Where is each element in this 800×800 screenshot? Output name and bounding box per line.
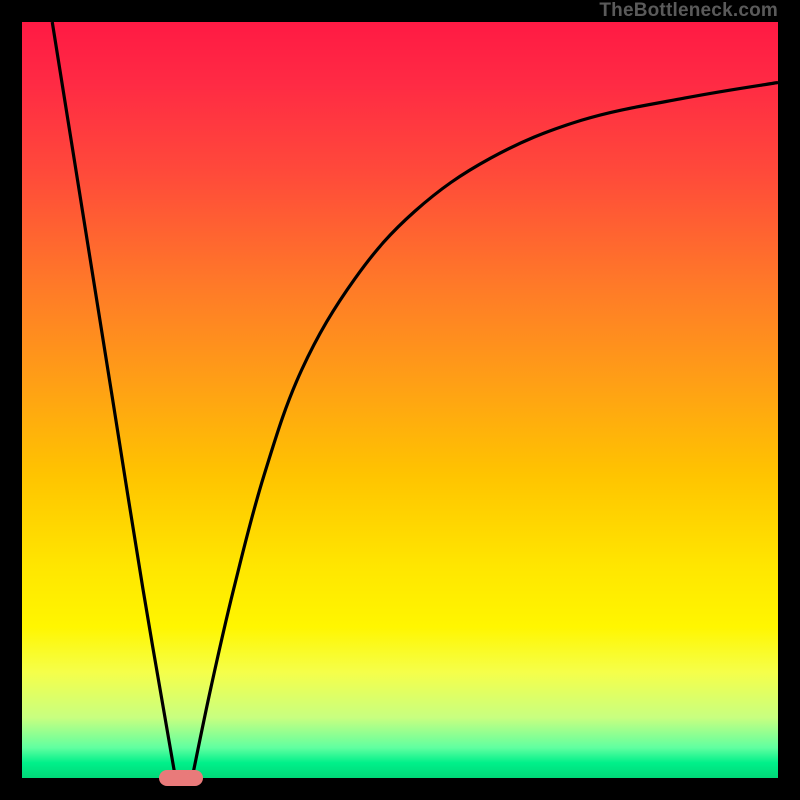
- chart-frame: TheBottleneck.com: [22, 22, 778, 778]
- optimal-marker: [159, 770, 203, 786]
- curve-right-branch: [192, 82, 778, 778]
- chart-plot: [22, 22, 778, 778]
- watermark-text: TheBottleneck.com: [599, 0, 778, 22]
- curve-left-branch: [52, 22, 175, 778]
